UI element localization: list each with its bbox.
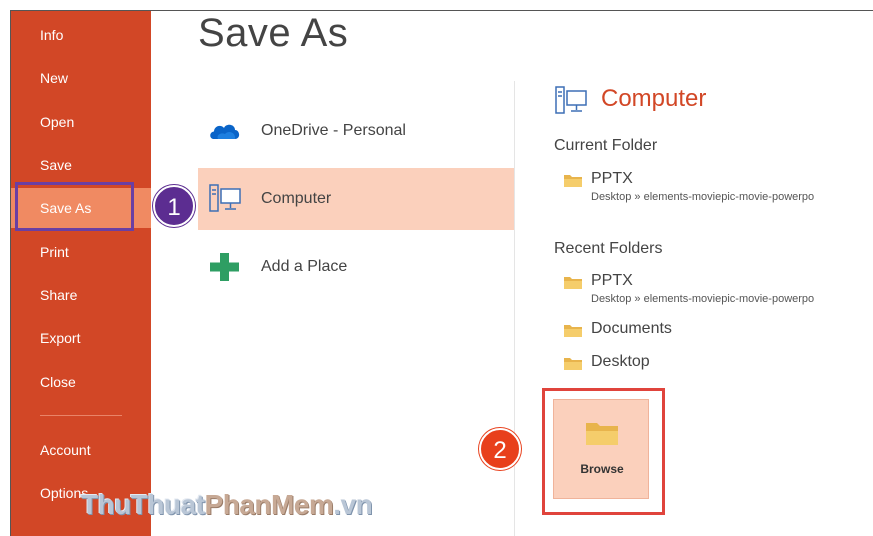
- nav-export[interactable]: Export: [11, 318, 151, 358]
- nav-info[interactable]: Info: [11, 15, 151, 55]
- folder-icon: [564, 277, 582, 289]
- folder-name: PPTX: [591, 272, 633, 289]
- browse-button[interactable]: Browse: [553, 399, 649, 499]
- recent-folder-item[interactable]: PPTX Desktop » elements-moviepic-movie-p…: [564, 272, 873, 311]
- step-1-badge: 1: [153, 185, 195, 227]
- sidebar-divider: [40, 415, 122, 416]
- folder-path: Desktop » elements-moviepic-movie-powerp…: [591, 191, 815, 203]
- watermark-part: .vn: [333, 489, 373, 520]
- folder-path: Desktop » elements-moviepic-movie-powerp…: [591, 293, 815, 305]
- folder-icon: [586, 423, 618, 445]
- location-add-place[interactable]: Add a Place: [198, 236, 514, 298]
- backstage-view: Info New Open Save Save As Print Share E…: [10, 10, 873, 536]
- right-panel-title: Computer: [601, 85, 707, 112]
- nav-save[interactable]: Save: [11, 145, 151, 185]
- nav-close[interactable]: Close: [11, 362, 151, 402]
- plus-icon: [210, 253, 239, 281]
- step-2-badge: 2: [479, 428, 521, 470]
- folder-name: Desktop: [591, 353, 650, 370]
- location-label: Add a Place: [261, 258, 348, 275]
- cloud-icon: [210, 124, 240, 139]
- recent-folder-item[interactable]: Documents: [564, 320, 764, 351]
- folder-name: Documents: [591, 320, 672, 337]
- backstage-sidebar: Info New Open Save Save As Print Share E…: [11, 11, 151, 536]
- watermark-part: ThuThuat: [81, 489, 205, 520]
- recent-folder-item[interactable]: Desktop: [564, 353, 764, 384]
- current-folder-heading: Current Folder: [554, 137, 658, 154]
- nav-print[interactable]: Print: [11, 232, 151, 272]
- nav-open[interactable]: Open: [11, 102, 151, 142]
- folder-name: PPTX: [591, 170, 633, 187]
- computer-icon: [555, 86, 587, 114]
- page-title: Save As: [198, 11, 349, 55]
- current-folder-item[interactable]: PPTX Desktop » elements-moviepic-movie-p…: [564, 170, 873, 209]
- folder-icon: [564, 358, 582, 370]
- watermark: ThuThuatPhanMem.vn: [81, 489, 373, 521]
- folder-icon: [564, 175, 582, 187]
- watermark-part: PhanMem: [204, 489, 334, 520]
- location-label: OneDrive - Personal: [261, 122, 406, 139]
- recent-folders-heading: Recent Folders: [554, 240, 663, 257]
- location-computer[interactable]: Computer: [198, 168, 514, 230]
- location-onedrive[interactable]: OneDrive - Personal: [198, 100, 514, 162]
- save-as-highlight-box: [15, 182, 134, 231]
- nav-share[interactable]: Share: [11, 275, 151, 315]
- location-label: Computer: [261, 190, 332, 207]
- computer-icon: [209, 184, 241, 212]
- folder-icon: [564, 325, 582, 337]
- panel-separator: [514, 81, 515, 536]
- browse-label: Browse: [580, 462, 624, 476]
- nav-account[interactable]: Account: [11, 430, 151, 470]
- nav-new[interactable]: New: [11, 58, 151, 98]
